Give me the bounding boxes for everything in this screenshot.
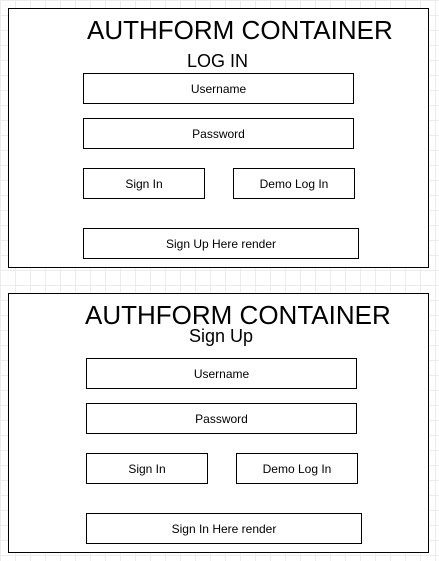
- login-password-field[interactable]: Password: [83, 118, 354, 149]
- login-authform-container: AUTHFORM CONTAINER LOG IN Username Passw…: [8, 8, 429, 268]
- signup-username-field[interactable]: Username: [86, 358, 357, 389]
- login-demo-login-button[interactable]: Demo Log In: [233, 168, 355, 199]
- login-sign-in-button[interactable]: Sign In: [83, 168, 205, 199]
- signup-switch-to-signin-button[interactable]: Sign In Here render: [86, 513, 362, 544]
- login-container-title: AUTHFORM CONTAINER: [87, 15, 393, 45]
- login-switch-to-signup-button[interactable]: Sign Up Here render: [83, 228, 359, 259]
- signup-container-title: AUTHFORM CONTAINER: [85, 300, 391, 330]
- signup-sign-in-button[interactable]: Sign In: [86, 453, 208, 484]
- login-username-field[interactable]: Username: [83, 73, 354, 104]
- signup-password-field[interactable]: Password: [86, 403, 357, 434]
- signup-heading: Sign Up: [189, 326, 254, 346]
- signup-demo-login-button[interactable]: Demo Log In: [236, 453, 358, 484]
- login-heading: LOG IN: [187, 51, 249, 71]
- signup-authform-container: AUTHFORM CONTAINER Sign Up Username Pass…: [8, 293, 429, 553]
